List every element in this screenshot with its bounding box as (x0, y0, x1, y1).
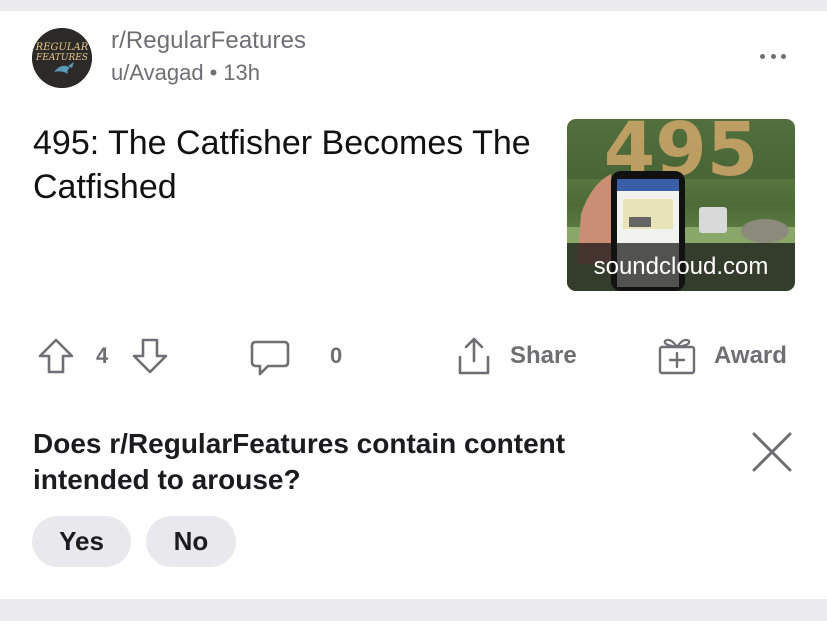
link-thumbnail[interactable]: 495 soundcloud.com (567, 119, 795, 291)
author-link[interactable]: u/Avagad (111, 60, 204, 85)
svg-text:FEATURES: FEATURES (35, 53, 88, 63)
more-options-button[interactable] (756, 44, 790, 68)
share-button[interactable]: Share (454, 330, 577, 382)
award-label: Award (714, 342, 787, 369)
post-meta: u/Avagad • 13h (111, 60, 260, 86)
speech-bubble-icon (250, 340, 290, 376)
bottom-separator-band (0, 599, 827, 621)
upvote-button[interactable] (36, 330, 76, 382)
arrow-down-icon (132, 338, 168, 374)
arrow-up-icon (38, 338, 74, 374)
regular-features-logo-icon: REGULAR FEATURES (32, 28, 92, 88)
downvote-button[interactable] (130, 330, 170, 382)
subreddit-name[interactable]: r/RegularFeatures (111, 27, 306, 55)
share-label: Share (510, 342, 577, 369)
thumbnail-domain: soundcloud.com (567, 243, 795, 291)
award-button[interactable]: Award (656, 330, 787, 382)
meta-separator: • (209, 60, 218, 85)
top-separator-band (0, 0, 827, 11)
share-upload-icon (458, 337, 490, 375)
comment-count: 0 (330, 343, 343, 368)
more-dot-icon (770, 53, 776, 59)
subreddit-avatar[interactable]: REGULAR FEATURES (32, 28, 92, 88)
more-dot-icon (781, 53, 786, 59)
comments-button[interactable] (248, 330, 292, 382)
survey-question: Does r/RegularFeatures contain content i… (33, 428, 566, 495)
more-dot-icon (760, 53, 765, 59)
post-age: 13h (223, 60, 260, 85)
yes-button[interactable]: Yes (32, 516, 131, 567)
close-x-icon (752, 432, 792, 472)
close-survey-button[interactable] (750, 430, 794, 474)
post-action-bar: 4 0 Share Award (0, 330, 827, 382)
vote-count: 4 (96, 343, 109, 368)
post-title[interactable]: 495: The Catfisher Becomes The Catfished (33, 121, 553, 209)
gift-award-icon (658, 338, 696, 375)
no-button[interactable]: No (146, 516, 236, 567)
svg-text:REGULAR: REGULAR (35, 42, 89, 53)
